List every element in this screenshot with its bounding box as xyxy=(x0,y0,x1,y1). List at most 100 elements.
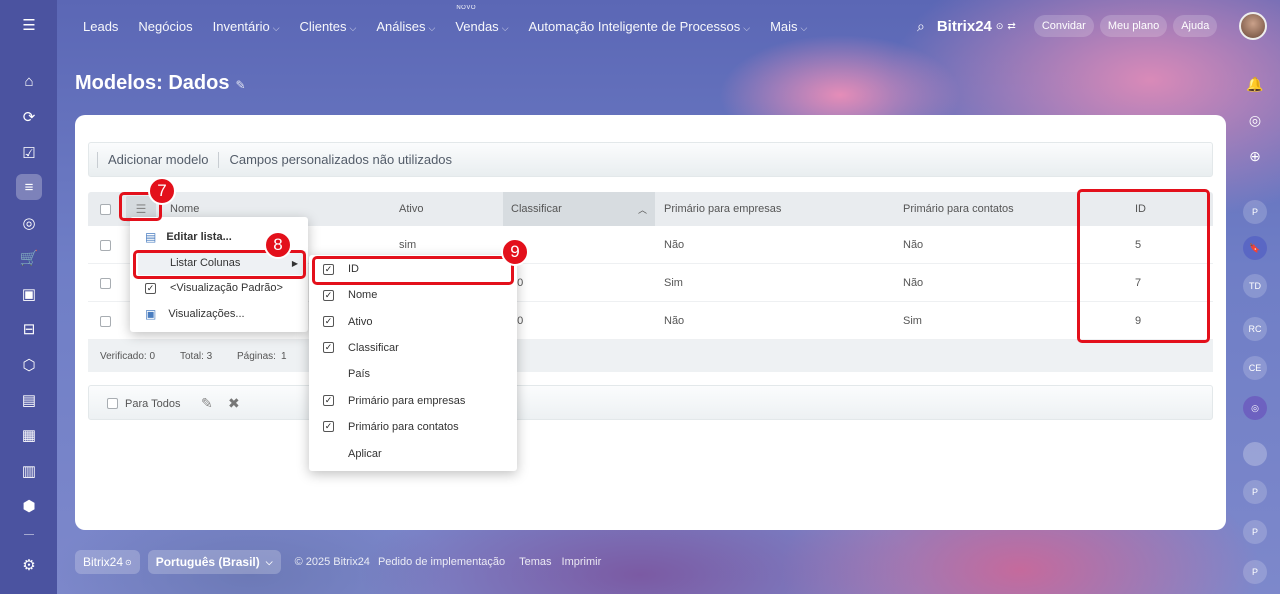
crm-icon[interactable]: ≡ xyxy=(16,174,42,200)
nav-item-2[interactable]: Inventário ⌵ xyxy=(213,19,280,34)
highlight-id-option xyxy=(312,256,514,285)
chevron-down-icon: ⌵ xyxy=(272,22,280,33)
delete-icon[interactable]: ✖ xyxy=(228,386,240,421)
default-view-item[interactable]: ✓ <Visualização Padrão> xyxy=(145,276,283,300)
nav-item-label: Clientes xyxy=(299,18,347,34)
bitrix-footer-button[interactable]: Bitrix24 ⊙ xyxy=(75,550,140,574)
column-option[interactable]: ✓ Ativo xyxy=(323,310,372,334)
column-option[interactable]: ✓ Nome xyxy=(323,283,377,307)
hex-icon[interactable]: ⬢ xyxy=(16,493,42,519)
row-checkbox[interactable] xyxy=(100,239,111,251)
nav-item-7[interactable]: Mais ⌵ xyxy=(770,19,807,34)
column-option[interactable]: País xyxy=(323,362,370,386)
themes-link[interactable]: Temas xyxy=(519,556,551,568)
nav-item-label: Negócios xyxy=(138,18,193,34)
for-all-label[interactable]: Para Todos xyxy=(125,386,180,421)
nav-item-0[interactable]: Leads xyxy=(83,19,118,34)
chevron-down-icon: ⌵ xyxy=(743,22,751,33)
column-header-sort[interactable]: Classificar xyxy=(511,192,562,226)
calendar-icon[interactable]: ▦ xyxy=(16,422,42,448)
chat-avatar-icon[interactable]: ◎ xyxy=(1243,396,1267,420)
chevron-down-icon: ⌵ xyxy=(349,22,357,33)
nav-item-1[interactable]: Negócios xyxy=(138,19,192,34)
terminal-icon[interactable]: ▣ xyxy=(16,281,42,307)
plan-button[interactable]: Meu plano xyxy=(1099,15,1168,37)
column-option[interactable]: ✓ Classificar xyxy=(323,336,399,360)
unused-fields-button[interactable]: Campos personalizados não utilizados xyxy=(229,152,452,167)
target-icon[interactable]: ◎ xyxy=(1243,108,1267,132)
chat-avatar[interactable]: CE xyxy=(1243,356,1267,380)
bell-icon[interactable]: 🔔 xyxy=(1243,72,1267,96)
box-icon[interactable]: ⬡ xyxy=(16,352,42,378)
pin-icon[interactable]: ✎ xyxy=(235,78,245,92)
flow-icon[interactable]: ⟳ xyxy=(16,104,42,130)
sort-asc-icon[interactable]: ︿ xyxy=(638,192,647,226)
nav-item-4[interactable]: Análises ⌵ xyxy=(376,19,435,34)
column-option-check: ✓ xyxy=(323,316,334,328)
for-all-checkbox[interactable] xyxy=(107,398,118,409)
column-header-active[interactable]: Ativo xyxy=(399,192,423,226)
views-item[interactable]: ▣ Visualizações... xyxy=(145,302,245,326)
tasks-icon[interactable]: ☑ xyxy=(16,140,42,166)
edit-icon[interactable]: ✎ xyxy=(201,386,213,421)
home-icon[interactable]: ⌂ xyxy=(16,68,42,94)
cell-contacts: Sim xyxy=(903,315,922,327)
print-link[interactable]: Imprimir xyxy=(562,556,602,568)
column-option-check: ✓ xyxy=(323,395,334,406)
chat-avatar-icon[interactable] xyxy=(1243,442,1267,466)
nav-item-label: Leads xyxy=(83,18,119,34)
clock-icon: ⊙ xyxy=(995,20,1004,31)
page-title: Modelos: Dados ✎ xyxy=(75,72,246,94)
chat-avatar[interactable]: RC xyxy=(1243,317,1267,341)
language-select[interactable]: Português (Brasil) ⌵ xyxy=(147,550,281,574)
nav-item-6[interactable]: Automação Inteligente de Processos ⌵ xyxy=(529,19,751,34)
search-icon[interactable]: ⌕ xyxy=(917,18,925,35)
column-header-companies[interactable]: Primário para empresas xyxy=(664,192,781,226)
top-bar: Leads Negócios Inventário ⌵ Clientes ⌵ Análise… xyxy=(57,0,1280,52)
bookmark-icon[interactable]: 🔖 xyxy=(1243,236,1267,260)
avatar[interactable] xyxy=(1239,12,1268,40)
select-all-checkbox[interactable] xyxy=(100,203,111,215)
chat-avatar[interactable]: TD xyxy=(1243,274,1267,298)
apply-button[interactable]: Aplicar xyxy=(348,442,382,466)
columns-menu: ✓ ID ✓ Nome ✓ Ativo ✓ Classificar País ✓ Primário … xyxy=(309,255,517,471)
column-option[interactable]: ✓ Primário para contatos xyxy=(323,415,459,439)
help-button[interactable]: Ajuda xyxy=(1173,15,1218,37)
column-option[interactable]: ✓ Primário para empresas xyxy=(323,389,465,413)
nav-item-label: Automação Inteligente de Processos xyxy=(528,18,741,34)
column-option-check: ✓ xyxy=(323,421,334,433)
robot-icon[interactable]: ⊟ xyxy=(16,316,42,342)
invite-button[interactable]: Convidar xyxy=(1033,15,1094,37)
chat-icon[interactable]: ⊕ xyxy=(1243,144,1267,168)
chat-avatar[interactable]: P xyxy=(1243,560,1267,584)
chat-avatar[interactable]: P xyxy=(1243,200,1267,224)
chat-avatar[interactable]: P xyxy=(1243,520,1267,544)
storage-icon[interactable]: ▤ xyxy=(16,387,42,413)
pages-value: 1 xyxy=(281,350,287,362)
brand-logo[interactable]: Bitrix24 xyxy=(937,18,992,35)
analytics-icon[interactable]: ▥ xyxy=(16,458,42,484)
cell-contacts: Não xyxy=(903,239,924,251)
column-header-contacts[interactable]: Primário para contatos xyxy=(903,192,1014,226)
toggle-icon[interactable]: ⇄ xyxy=(1007,21,1015,32)
row-checkbox[interactable] xyxy=(100,277,111,289)
step-marker-9: 9 xyxy=(501,238,529,266)
add-model-button[interactable]: Adicionar modelo xyxy=(108,152,208,167)
settings-gear-icon[interactable]: ⚙ xyxy=(16,552,42,578)
default-view-check: ✓ xyxy=(145,282,156,294)
marketing-icon[interactable]: ◎ xyxy=(16,210,42,236)
row-checkbox[interactable] xyxy=(100,315,111,327)
nav-item-3[interactable]: Clientes ⌵ xyxy=(300,19,357,34)
top-nav: Leads Negócios Inventário ⌵ Clientes ⌵ Análise… xyxy=(83,0,827,52)
chat-avatar[interactable]: P xyxy=(1243,480,1267,504)
nav-item-5[interactable]: NOVO Vendas ⌵ xyxy=(455,5,508,34)
implementation-link[interactable]: Pedido de implementação xyxy=(378,556,505,568)
action-toolbar: Adicionar modelo Campos personalizados n… xyxy=(88,142,1213,177)
step-marker-7: 7 xyxy=(148,177,176,205)
column-option-check xyxy=(323,369,334,380)
nav-item-label: Análises xyxy=(376,18,426,34)
highlight-id-column xyxy=(1077,189,1210,343)
cart-icon[interactable]: 🛒 xyxy=(16,245,42,271)
menu-icon[interactable]: ☰ xyxy=(16,12,42,38)
edit-list-item[interactable]: ▤ Editar lista... xyxy=(145,225,232,249)
